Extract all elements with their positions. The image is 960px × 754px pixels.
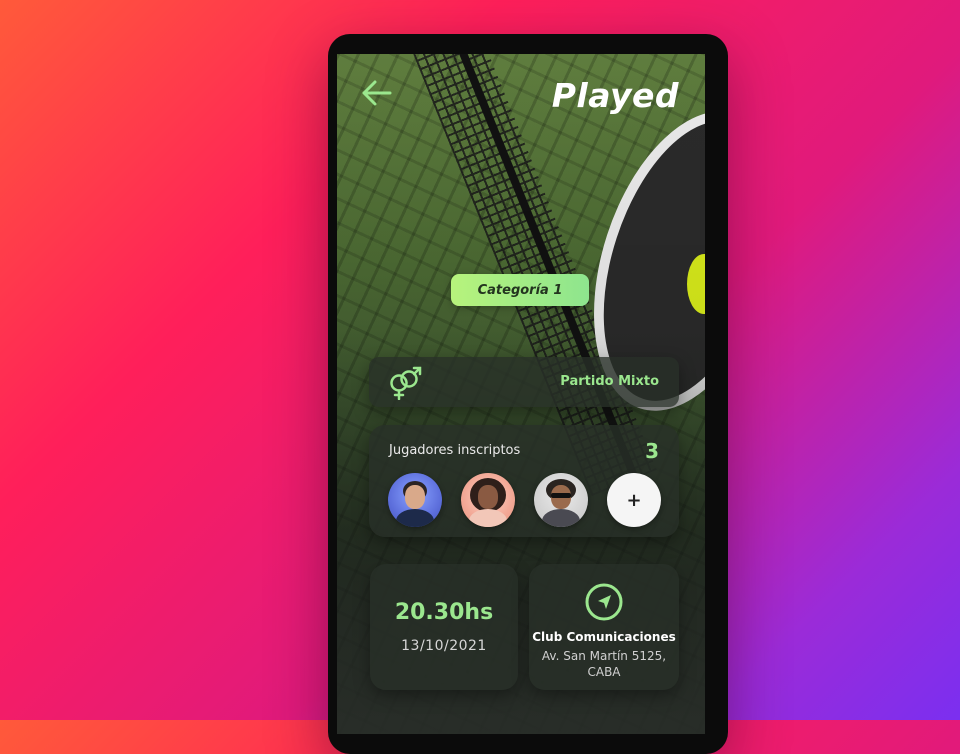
add-player-button[interactable]: + (607, 473, 661, 527)
schedule-card: 20.30hs 13/10/2021 (370, 564, 518, 690)
avatar-player-3[interactable] (534, 473, 588, 527)
club-name: Club Comunicaciones (532, 630, 676, 644)
arrow-left-icon[interactable] (360, 78, 394, 108)
match-date: 13/10/2021 (401, 638, 487, 654)
avatar-player-1[interactable] (388, 473, 442, 527)
club-address-line2: CABA (587, 665, 621, 679)
players-card: Jugadores inscriptos 3 + (369, 425, 679, 537)
players-title: Jugadores inscriptos (389, 443, 521, 458)
players-count: 3 (645, 439, 659, 463)
location-card[interactable]: Club Comunicaciones Av. San Martín 5125,… (529, 564, 679, 690)
match-time: 20.30hs (394, 600, 494, 625)
navigation-icon[interactable] (584, 582, 624, 622)
gender-mixed-icon (390, 366, 422, 400)
match-detail-screen: Played Categoría 1 Partido Mixto Jugador… (337, 54, 705, 734)
app-logo: Played (551, 76, 679, 115)
avatar-player-2[interactable] (461, 473, 515, 527)
match-type-label: Partido Mixto (560, 374, 659, 389)
match-type-card: Partido Mixto (369, 357, 679, 407)
avatar-list: + (388, 473, 661, 527)
club-address-line1: Av. San Martín 5125, (541, 649, 667, 663)
category-badge[interactable]: Categoría 1 (451, 274, 589, 306)
